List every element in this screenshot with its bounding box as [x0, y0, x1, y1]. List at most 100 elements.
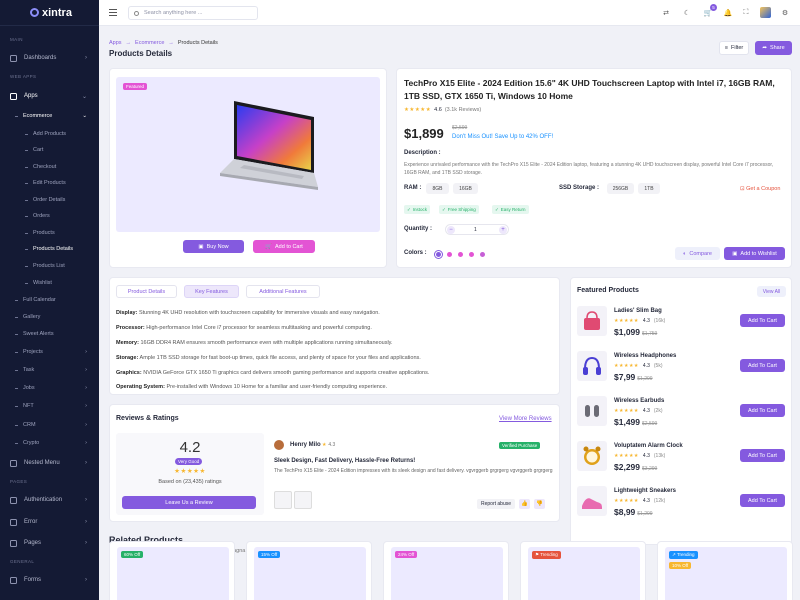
product-thumbnail[interactable]	[577, 441, 607, 471]
sidebar-item-authentication[interactable]: Authentication ›	[0, 493, 99, 507]
search-input[interactable]: Search anything here ...	[128, 6, 258, 20]
color-swatch-4[interactable]	[469, 252, 474, 257]
sidebar-item-crm[interactable]: CRM ›	[0, 418, 99, 432]
price-value: $7,99	[614, 372, 636, 382]
sidebar-item-products-details[interactable]: Products Details	[0, 242, 99, 256]
ssd-option-256gb[interactable]: 256GB	[607, 183, 634, 194]
notifications-icon[interactable]: 🔔	[722, 7, 734, 19]
sidebar-item-orders[interactable]: Orders	[0, 209, 99, 223]
sidebar-item-jobs[interactable]: Jobs ›	[0, 381, 99, 395]
review-image-thumbnail[interactable]	[294, 491, 312, 509]
wishlist-icon: ▣	[732, 250, 738, 257]
laptop-image	[220, 101, 318, 190]
breadcrumb-apps[interactable]: Apps	[109, 40, 122, 46]
color-swatch-1[interactable]	[434, 250, 443, 259]
tab-product-details[interactable]: Product Details	[116, 285, 177, 298]
bullet-icon	[25, 199, 28, 201]
related-product-card[interactable]: ↗ Trending 10% Off	[657, 541, 793, 600]
sidebar-item-error[interactable]: Error ›	[0, 515, 99, 529]
sidebar-item-sweet-alerts[interactable]: Sweet Alerts	[0, 327, 99, 341]
product-thumbnail[interactable]	[577, 486, 607, 516]
product-name[interactable]: Voluptatem Alarm Clock	[614, 443, 683, 449]
view-more-reviews-link[interactable]: View More Reviews	[499, 416, 552, 422]
sidebar-item-pages[interactable]: Pages ›	[0, 536, 99, 550]
sidebar-item-edit-products[interactable]: Edit Products	[0, 176, 99, 190]
breadcrumb-ecommerce[interactable]: Ecommerce	[135, 40, 164, 46]
add-to-cart-button[interactable]: Add To Cart	[740, 404, 785, 417]
language-icon[interactable]: ⇄	[660, 7, 672, 19]
add-to-cart-button[interactable]: Add To Cart	[740, 314, 785, 327]
product-name[interactable]: Wireless Earbuds	[614, 398, 664, 404]
sidebar-item-projects[interactable]: Projects ›	[0, 345, 99, 359]
sidebar-item-ecommerce[interactable]: Ecommerce ⌄	[0, 109, 99, 123]
product-thumbnail[interactable]	[577, 306, 607, 336]
view-all-button[interactable]: View All	[757, 286, 786, 297]
filter-button[interactable]: ≡ Filter	[719, 41, 749, 55]
ram-option-8gb[interactable]: 8GB	[426, 183, 449, 194]
avatar[interactable]	[760, 7, 771, 18]
check-icon: ✓	[442, 206, 446, 212]
sidebar-item-products-list[interactable]: Products List	[0, 259, 99, 273]
thumbs-down-icon[interactable]: 👎	[534, 499, 545, 509]
sidebar-item-order-details[interactable]: Order Details	[0, 193, 99, 207]
tab-key-features[interactable]: Key Features	[184, 285, 239, 298]
old-price: $2,599	[642, 421, 658, 427]
product-thumbnail[interactable]	[577, 396, 607, 426]
compare-button[interactable]: ◐ Compare	[675, 247, 720, 260]
dark-mode-icon[interactable]: ☾	[681, 7, 693, 19]
add-to-cart-button[interactable]: Add To Cart	[740, 449, 785, 462]
reviewer-score: ★ 4.3	[322, 442, 335, 448]
related-product-card[interactable]: 15% Off	[246, 541, 372, 600]
sidebar-item-wishlist[interactable]: Wishlist	[0, 276, 99, 290]
add-to-wishlist-button[interactable]: ▣ Add to Wishlist	[724, 247, 785, 260]
review-image-thumbnail[interactable]	[274, 491, 292, 509]
sidebar-item-task[interactable]: Task ›	[0, 363, 99, 377]
topbar: Search anything here ... ⇄ ☾ 🛒 5 🔔 ⛶ ⚙	[99, 0, 800, 26]
product-price: $1,099 $1,759	[614, 327, 657, 337]
sidebar-item-gallery[interactable]: Gallery	[0, 310, 99, 324]
ssd-option-1tb[interactable]: 1TB	[638, 183, 660, 194]
color-swatch-2[interactable]	[447, 252, 452, 257]
cart-icon[interactable]: 🛒 5	[702, 4, 717, 19]
product-thumbnail[interactable]	[577, 351, 607, 381]
sidebar-item-products[interactable]: Products	[0, 226, 99, 240]
related-product-card[interactable]: 24% Off	[383, 541, 509, 600]
sidebar-item-forms[interactable]: Forms ›	[0, 573, 99, 587]
add-to-cart-button[interactable]: Add To Cart	[740, 359, 785, 372]
sidebar-item-apps[interactable]: Apps ⌄	[0, 89, 99, 103]
sidebar-item-checkout[interactable]: Checkout	[0, 160, 99, 174]
sidebar-item-crypto[interactable]: Crypto ›	[0, 436, 99, 450]
plus-icon[interactable]: +	[499, 226, 507, 234]
color-swatch-3[interactable]	[458, 252, 463, 257]
report-abuse-button[interactable]: Report abuse	[477, 499, 515, 509]
product-name[interactable]: Wireless Headphones	[614, 353, 676, 359]
add-to-cart-button[interactable]: 🛒 Add to Cart	[253, 240, 315, 253]
add-to-cart-button[interactable]: Add To Cart	[740, 494, 785, 507]
fullscreen-icon[interactable]: ⛶	[740, 7, 752, 19]
buy-now-button[interactable]: ▣ Buy Now	[183, 240, 244, 253]
related-product-card[interactable]: 60% Off	[109, 541, 235, 600]
color-swatch-5[interactable]	[480, 252, 485, 257]
logo[interactable]: xintra	[0, 0, 99, 26]
minus-icon[interactable]: −	[447, 226, 455, 234]
sidebar-item-nft[interactable]: NFT ›	[0, 399, 99, 413]
settings-gear-icon[interactable]: ⚙	[779, 7, 791, 19]
sidebar-item-full-calendar[interactable]: Full Calendar	[0, 293, 99, 307]
sidebar-item-nested-menu[interactable]: Nested Menu ›	[0, 456, 99, 470]
quantity-value[interactable]: 1	[474, 227, 477, 233]
sidebar-item-cart[interactable]: Cart	[0, 143, 99, 157]
sidebar-item-add-products[interactable]: Add Products	[0, 127, 99, 141]
ram-option-16gb[interactable]: 16GB	[453, 183, 478, 194]
get-coupon-link[interactable]: ⊡ Get a Coupon	[740, 186, 780, 192]
tab-additional-features[interactable]: Additional Features	[246, 285, 320, 298]
logo-mark-icon	[30, 8, 39, 17]
share-button[interactable]: ➦ Share	[755, 41, 792, 55]
product-name[interactable]: Lightweight Sneakers	[614, 488, 676, 494]
leave-review-button[interactable]: Leave Us a Review	[122, 496, 256, 509]
thumbs-up-icon[interactable]: 👍	[519, 499, 530, 509]
menu-toggle-icon[interactable]	[109, 9, 117, 16]
product-name[interactable]: Ladies' Slim Bag	[614, 308, 662, 314]
sidebar-item-dashboards[interactable]: Dashboards ›	[0, 51, 99, 65]
related-product-card[interactable]: ⚑ Trending	[520, 541, 646, 600]
check-icon: ✓	[407, 206, 411, 212]
